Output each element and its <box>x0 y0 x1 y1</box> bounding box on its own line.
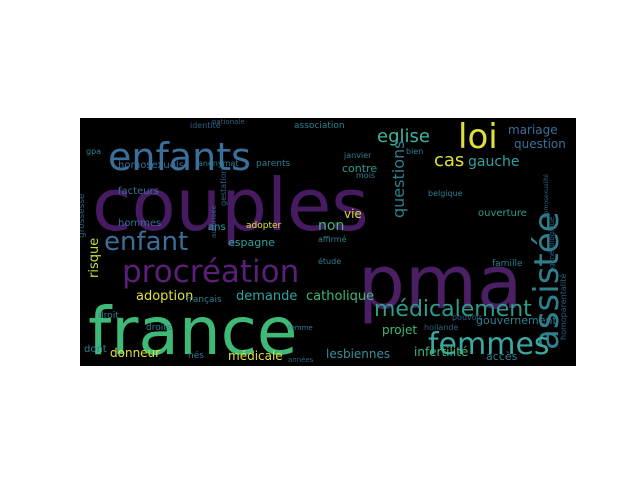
word-50: mois <box>356 171 375 180</box>
word-12: gauche <box>468 154 520 170</box>
word-29: vie <box>344 207 362 221</box>
word-11: cas <box>434 150 464 171</box>
word-51: bien <box>406 147 423 156</box>
word-34: homosexuels <box>118 160 184 171</box>
word-53: hollande <box>424 323 458 332</box>
word-16: risque <box>87 238 102 278</box>
word-54: dont <box>84 344 107 355</box>
word-35: association <box>294 121 345 131</box>
word-8: enfant <box>104 227 188 257</box>
word-62: gynécologique <box>548 217 556 268</box>
word-27: gouvernement <box>476 314 557 327</box>
word-56: années <box>288 356 314 364</box>
word-60: grossesse <box>80 193 87 238</box>
word-42: famille <box>492 259 523 269</box>
word-28: non <box>318 218 344 234</box>
word-52: pouvoir <box>452 313 483 322</box>
word-55: nés <box>188 350 204 361</box>
word-24: donneur <box>110 346 160 360</box>
word-32: hommes <box>118 218 161 229</box>
word-cloud: couples pma france enfants procréation assist… <box>80 118 576 366</box>
word-39: droit <box>98 311 119 321</box>
word-47: anonymat <box>198 159 239 168</box>
word-63: homosexualité <box>543 174 550 218</box>
word-14: mariage <box>508 123 558 137</box>
word-44: étude <box>318 256 341 266</box>
word-37: adopter <box>246 221 282 231</box>
word-36: parents <box>256 159 291 169</box>
word-48: janvier <box>343 151 372 160</box>
word-59: nationale <box>212 118 245 126</box>
word-46: gestation <box>219 168 228 206</box>
word-19: catholique <box>306 289 374 304</box>
word-cloud-canvas: couplespmafranceenfantsprocréation assist… <box>80 118 576 366</box>
word-33: facteurs <box>118 186 159 197</box>
word-40: droits <box>146 323 172 333</box>
word-21: projet <box>382 323 417 337</box>
word-17: adoption <box>136 289 193 304</box>
word-64: femme <box>288 324 313 332</box>
word-31: ouverture <box>478 208 527 219</box>
word-61: autorisée <box>210 205 218 238</box>
word-4: procréation <box>122 254 299 290</box>
word-45: affirmé <box>318 234 347 244</box>
word-23: lesbiennes <box>326 347 390 361</box>
word-57: gpa <box>86 147 101 156</box>
word-3: enfants <box>108 135 251 179</box>
word-18: demande <box>236 289 297 304</box>
word-15: question <box>514 137 566 151</box>
word-22: infertilité <box>414 345 468 359</box>
word-20: espagne <box>228 236 275 249</box>
word-25: médicale <box>228 349 283 363</box>
word-43: homoparentalité <box>558 274 568 340</box>
word-49: belgique <box>428 189 463 198</box>
word-26: accès <box>486 350 518 363</box>
word-41: français <box>186 295 222 305</box>
